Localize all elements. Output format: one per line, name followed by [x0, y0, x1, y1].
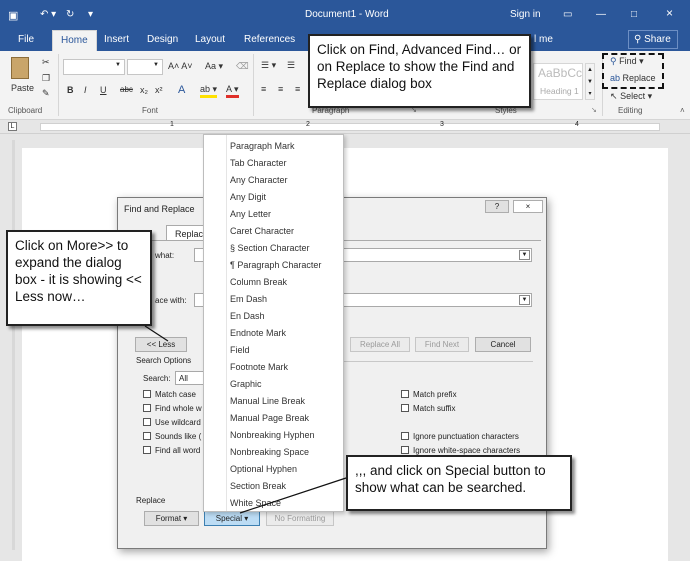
pointer-line	[239, 477, 347, 514]
callout-pointers	[144, 325, 347, 514]
pointer-line	[144, 325, 169, 342]
